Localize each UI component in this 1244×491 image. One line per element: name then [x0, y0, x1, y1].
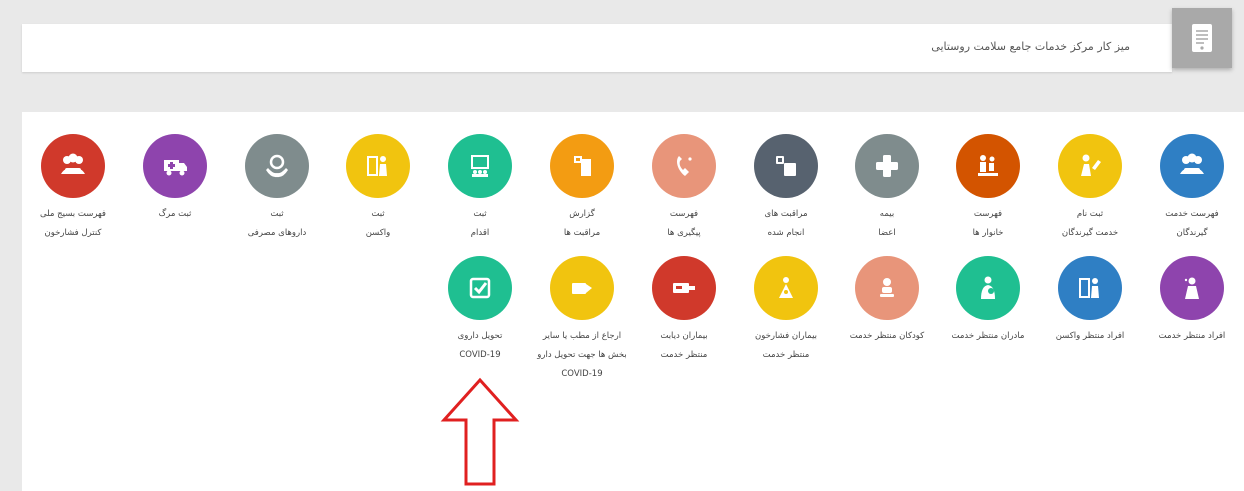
tile-label: تحویل داروی COVID-19: [420, 327, 540, 365]
service-tile[interactable]: ثبت مرگ: [115, 134, 235, 224]
tile-label: ثبت اقدام: [420, 205, 540, 243]
service-tile[interactable]: ارجاع از مطب یا سایر بخش ها جهت تحویل دار…: [522, 256, 642, 384]
tile-label-line: فهرست بسیج ملی: [40, 209, 106, 219]
tile-label-line: تحویل داروی: [457, 331, 503, 341]
tile-label-line: COVID-19: [459, 350, 501, 360]
referral-icon[interactable]: [550, 256, 614, 320]
tile-label-line: ثبت نام: [1076, 209, 1104, 219]
tile-label-line: مراقبت ها: [563, 228, 601, 238]
tile-label-line: بیماران فشارخون: [754, 331, 818, 341]
tile-label: ارجاع از مطب یا سایر بخش ها جهت تحویل دار…: [522, 327, 642, 384]
service-tile[interactable]: تحویل داروی COVID-19: [420, 256, 540, 365]
service-tile[interactable]: ثبت داروهای مصرفی: [217, 134, 337, 243]
tile-label-line: ثبت: [473, 209, 487, 219]
tile-label: بیماران فشارخون منتظر خدمت: [726, 327, 846, 365]
document-icon[interactable]: [1172, 8, 1232, 68]
vaccine-icon[interactable]: [346, 134, 410, 198]
service-tile[interactable]: ثبت اقدام: [420, 134, 540, 243]
tile-label-line: بخش ها جهت تحویل دارو: [537, 350, 627, 360]
plus-icon[interactable]: [855, 134, 919, 198]
tile-label-line: مراقبت های: [764, 209, 808, 219]
tile-label-line: خدمت گیرندگان: [1061, 228, 1119, 238]
child-icon[interactable]: [855, 256, 919, 320]
service-tile[interactable]: ثبت نام خدمت گیرندگان: [1030, 134, 1150, 243]
phone-icon[interactable]: [652, 134, 716, 198]
people-icon[interactable]: [1160, 134, 1224, 198]
tile-label: ثبت مرگ: [115, 205, 235, 224]
drug-hand-icon[interactable]: [245, 134, 309, 198]
report-icon[interactable]: [550, 134, 614, 198]
action-icon[interactable]: [448, 134, 512, 198]
tile-label-line: منتظر خدمت: [660, 350, 708, 360]
tile-label: ثبت نام خدمت گیرندگان: [1030, 205, 1150, 243]
service-tile[interactable]: بیماران دیابت منتظر خدمت: [624, 256, 744, 365]
tile-label-line: COVID-19: [561, 369, 603, 379]
tile-label: فهرست بسیج ملی کنترل فشارخون: [13, 205, 133, 243]
tile-label: افراد منتظر واکسن: [1030, 327, 1150, 346]
service-tile[interactable]: گزارش مراقبت ها: [522, 134, 642, 243]
service-tile[interactable]: فهرست بسیج ملی کنترل فشارخون: [13, 134, 133, 243]
tile-label: گزارش مراقبت ها: [522, 205, 642, 243]
tile-label-line: پیگیری ها: [667, 228, 701, 238]
pressure-icon[interactable]: [754, 256, 818, 320]
tile-label-line: فهرست: [669, 209, 699, 219]
tile-label-line: ثبت: [270, 209, 284, 219]
page-title: میز کار مرکز خدمات جامع سلامت روستایی: [931, 40, 1130, 53]
diabetes-icon[interactable]: [652, 256, 716, 320]
tile-label: بیماران دیابت منتظر خدمت: [624, 327, 744, 365]
arrow-up-icon: [440, 377, 520, 486]
page-header-bar: میز کار مرکز خدمات جامع سلامت روستایی: [22, 24, 1172, 72]
mother-icon[interactable]: [956, 256, 1020, 320]
care-icon[interactable]: [754, 134, 818, 198]
family-icon[interactable]: [956, 134, 1020, 198]
tile-label-line: ارجاع از مطب یا سایر: [542, 331, 622, 341]
vaccine-icon[interactable]: [1058, 256, 1122, 320]
person-register-icon[interactable]: [1058, 134, 1122, 198]
tile-label-line: کنترل فشارخون: [44, 228, 102, 238]
tile-label-line: اقدام: [470, 228, 490, 238]
tile-label-line: ثبت مرگ: [158, 209, 192, 219]
checkbox-icon[interactable]: [448, 256, 512, 320]
waiting-person-icon[interactable]: [1160, 256, 1224, 320]
tile-label-line: بیماران دیابت: [660, 331, 708, 341]
tile-label: مراقبت های انجام شده: [726, 205, 846, 243]
service-tile[interactable]: فهرست پیگیری ها: [624, 134, 744, 243]
tile-label-line: منتظر خدمت: [762, 350, 810, 360]
tile-label-line: انجام شده: [767, 228, 805, 238]
service-tile[interactable]: بیماران فشارخون منتظر خدمت: [726, 256, 846, 365]
tile-label-line: گزارش: [569, 209, 595, 219]
people-icon[interactable]: [41, 134, 105, 198]
ambulance-icon[interactable]: [143, 134, 207, 198]
tile-label: ثبت داروهای مصرفی: [217, 205, 337, 243]
service-tile[interactable]: افراد منتظر واکسن: [1030, 256, 1150, 346]
service-tile[interactable]: مراقبت های انجام شده: [726, 134, 846, 243]
tile-label: فهرست پیگیری ها: [624, 205, 744, 243]
tile-label-line: افراد منتظر واکسن: [1055, 331, 1125, 341]
tile-label-line: داروهای مصرفی: [247, 228, 307, 238]
